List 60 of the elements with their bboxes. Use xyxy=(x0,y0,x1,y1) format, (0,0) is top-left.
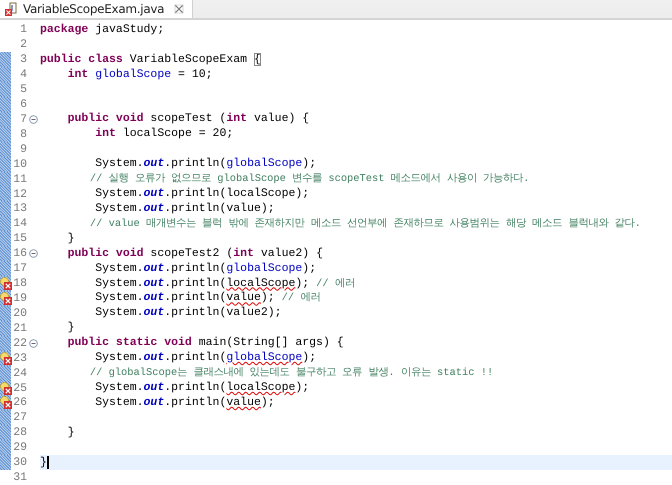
code-line: System.out.println(value); // 에러 xyxy=(94,291,320,306)
line-number: 14 xyxy=(12,217,27,230)
code-line: System.out.println(value); xyxy=(94,202,275,216)
line-number: 18 xyxy=(12,277,27,290)
line-number: 28 xyxy=(12,426,27,440)
line-number: 5 xyxy=(19,83,27,96)
code-line: package javaStudy; xyxy=(40,22,164,37)
line-number: 22 xyxy=(12,336,27,350)
code-line: int localScope = 20; xyxy=(94,127,234,142)
line-number: 23 xyxy=(12,352,27,365)
line-number: 19 xyxy=(12,292,27,305)
line-number: 20 xyxy=(12,306,27,320)
line-number: 29 xyxy=(12,441,27,454)
code-line: public void scopeTest (int value) { xyxy=(66,112,310,126)
code-line: System.out.println(globalScope); xyxy=(94,351,316,366)
line-number: 17 xyxy=(12,262,27,276)
code-line: public static void main(String[] args) { xyxy=(66,336,344,350)
line-number: 25 xyxy=(12,382,27,394)
line-number: 1 xyxy=(19,23,27,36)
code-line: System.out.println(globalScope); xyxy=(94,157,316,172)
text-cursor xyxy=(46,456,49,470)
line-number: 31 xyxy=(12,471,27,484)
line-number: 2 xyxy=(19,38,27,52)
line-number: 26 xyxy=(12,396,27,410)
line-number: 16 xyxy=(12,247,27,260)
code-line: System.out.println(localScope); xyxy=(94,381,310,395)
line-number: 12 xyxy=(12,188,27,201)
code-line: } xyxy=(66,232,75,246)
code-line: public void scopeTest2 (int value2) { xyxy=(66,246,323,261)
line-number: 3 xyxy=(19,53,27,66)
code-line: // 실행 오류가 없으므로 globalScope 변수를 scopeTest 메소드에서 사용이 가능하다. xyxy=(88,172,530,186)
code-line: int globalScope = 10; xyxy=(66,68,213,82)
collapse-icon[interactable] xyxy=(29,114,38,124)
code-line: } xyxy=(66,426,75,440)
collapse-icon[interactable] xyxy=(29,249,38,258)
code-line: } xyxy=(66,321,75,336)
collapse-icon[interactable] xyxy=(29,338,38,348)
line-number: 10 xyxy=(12,158,27,171)
close-icon[interactable] xyxy=(174,4,184,14)
line-number: 24 xyxy=(12,366,27,380)
code-line: } xyxy=(40,456,47,470)
line-number: 8 xyxy=(19,128,27,141)
line-number: 13 xyxy=(12,202,27,216)
line-number: 7 xyxy=(19,112,27,126)
line-number: 27 xyxy=(12,411,27,424)
line-number: 11 xyxy=(12,172,27,186)
editor-tab[interactable]: VariableScopeExam.java xyxy=(0,0,194,18)
code-line: System.out.println(value2); xyxy=(94,306,282,320)
line-number: 9 xyxy=(19,142,27,156)
code-line: // globalScope는 클래스내에 있는데도 불구하고 오류 발생. 이유는 static !! xyxy=(88,366,494,380)
code-line: System.out.println(localScope); // 에러 xyxy=(94,276,355,291)
code-line: System.out.println(value); xyxy=(94,396,275,410)
code-line: System.out.println(localScope); xyxy=(94,187,310,202)
line-number: 6 xyxy=(19,98,27,111)
code-line: System.out.println(globalScope); xyxy=(94,262,316,276)
line-number: 4 xyxy=(19,68,27,82)
line-number: 30 xyxy=(12,456,27,470)
line-number: 21 xyxy=(12,322,27,335)
code-line: // value 매개변수는 블럭 밖에 존재하지만 메소드 선언부에 존재하므로 사용범위는 해당 메소드 블럭내와 같다. xyxy=(88,216,641,231)
line-number: 15 xyxy=(12,232,27,246)
